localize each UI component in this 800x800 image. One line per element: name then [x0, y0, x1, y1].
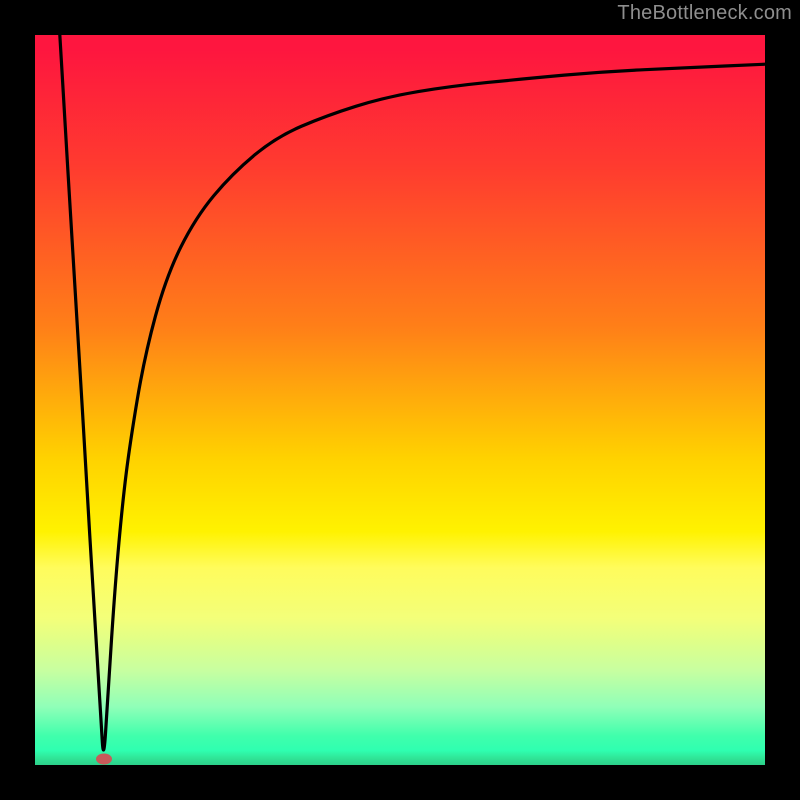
- chart-plot-area: [35, 35, 765, 765]
- bottleneck-curve: [35, 35, 765, 765]
- watermark-text: TheBottleneck.com: [617, 2, 792, 25]
- chart-frame: TheBottleneck.com: [0, 0, 800, 800]
- minimum-marker: [96, 754, 112, 765]
